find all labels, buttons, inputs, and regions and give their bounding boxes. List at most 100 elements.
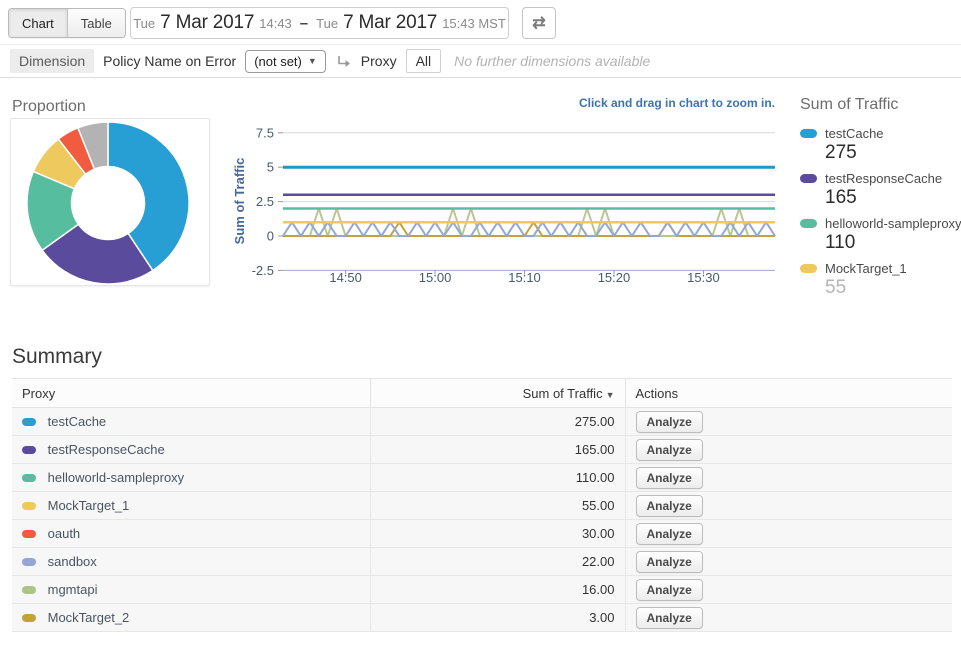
- branch-arrow-icon: [335, 55, 352, 70]
- actions-cell: Analyze: [625, 492, 952, 520]
- start-date: 7 Mar 2017: [160, 12, 254, 34]
- dimension-label: Dimension: [10, 49, 94, 73]
- legend-value: 275: [825, 141, 958, 164]
- date-range-picker[interactable]: Tue 7 Mar 2017 14:43 – Tue 7 Mar 2017 15…: [130, 7, 509, 39]
- date-range-separator: –: [300, 15, 308, 32]
- dimension-bar: Dimension Policy Name on Error (not set)…: [0, 44, 961, 78]
- sub-dimension-value-button[interactable]: All: [406, 49, 442, 73]
- sub-dimension-name: Proxy: [361, 53, 397, 69]
- traffic-value-cell: 22.00: [370, 548, 625, 576]
- proxy-color-swatch: [22, 558, 36, 566]
- dimension-value-dropdown[interactable]: (not set) ▼: [245, 50, 326, 73]
- column-header-proxy[interactable]: Proxy: [12, 379, 370, 408]
- analyze-button[interactable]: Analyze: [636, 607, 703, 629]
- proxy-color-swatch: [22, 614, 36, 622]
- traffic-value-cell: 30.00: [370, 520, 625, 548]
- sort-desc-icon: ▼: [606, 390, 615, 400]
- traffic-value-cell: 165.00: [370, 436, 625, 464]
- legend-item-helloworld-sampleproxy[interactable]: helloworld-sampleproxy 110: [800, 216, 958, 254]
- y-tick-label: 2.5: [256, 194, 274, 209]
- refresh-button[interactable]: ⇄: [522, 7, 556, 39]
- actions-cell: Analyze: [625, 520, 952, 548]
- proxy-cell: sandbox: [12, 548, 370, 576]
- start-day: Tue: [133, 16, 155, 31]
- column-header-sum-of-traffic[interactable]: Sum of Traffic▼: [370, 379, 625, 408]
- legend-swatch: [800, 219, 817, 228]
- proportion-title: Proportion: [12, 98, 86, 116]
- legend-swatch: [800, 129, 817, 138]
- dimension-hint: No further dimensions available: [454, 53, 650, 69]
- legend-item-testCache[interactable]: testCache 275: [800, 126, 958, 164]
- proxy-name: MockTarget_2: [48, 611, 130, 626]
- legend-value: 110: [825, 231, 958, 254]
- traffic-value-cell: 275.00: [370, 408, 625, 436]
- table-row-MockTarget_2: MockTarget_2 3.00 Analyze: [12, 604, 952, 632]
- traffic-line-chart[interactable]: 7.552.50-2.514:5015:0015:1015:2015:30Sum…: [230, 90, 790, 295]
- proxy-name: MockTarget_1: [48, 499, 130, 514]
- actions-cell: Analyze: [625, 408, 952, 436]
- proportion-donut-card: [10, 118, 210, 286]
- toolbar: Chart Table Tue 7 Mar 2017 14:43 – Tue 7…: [0, 0, 961, 44]
- legend-value: 165: [825, 186, 958, 209]
- actions-cell: Analyze: [625, 436, 952, 464]
- proxy-cell: oauth: [12, 520, 370, 548]
- summary-title: Summary: [12, 345, 102, 369]
- actions-cell: Analyze: [625, 548, 952, 576]
- traffic-value-cell: 110.00: [370, 464, 625, 492]
- table-row-mgmtapi: mgmtapi 16.00 Analyze: [12, 576, 952, 604]
- analyze-button[interactable]: Analyze: [636, 411, 703, 433]
- legend-item-testResponseCache[interactable]: testResponseCache 165: [800, 171, 958, 209]
- legend-label: testResponseCache: [825, 171, 942, 186]
- end-day: Tue: [316, 16, 338, 31]
- legend-swatch: [800, 174, 817, 183]
- proxy-name: sandbox: [48, 555, 97, 570]
- proxy-name: helloworld-sampleproxy: [48, 471, 185, 486]
- proxy-cell: testResponseCache: [12, 436, 370, 464]
- legend-label: helloworld-sampleproxy: [825, 216, 961, 231]
- proxy-cell: mgmtapi: [12, 576, 370, 604]
- y-tick-label: 7.5: [256, 125, 274, 140]
- y-tick-label: 0: [267, 229, 274, 244]
- actions-cell: Analyze: [625, 604, 952, 632]
- proportion-donut-chart[interactable]: [11, 119, 209, 285]
- view-toggle: Chart Table: [8, 8, 126, 38]
- actions-cell: Analyze: [625, 576, 952, 604]
- proxy-name: oauth: [48, 527, 81, 542]
- chart-legend: Sum of Traffic testCache 275 testRespons…: [800, 96, 958, 306]
- proxy-cell: testCache: [12, 408, 370, 436]
- legend-swatch: [800, 264, 817, 273]
- chart-view-button[interactable]: Chart: [9, 9, 67, 37]
- table-row-oauth: oauth 30.00 Analyze: [12, 520, 952, 548]
- traffic-value-cell: 3.00: [370, 604, 625, 632]
- proxy-color-swatch: [22, 530, 36, 538]
- dimension-name: Policy Name on Error: [103, 53, 236, 69]
- table-view-button[interactable]: Table: [67, 9, 125, 37]
- legend-item-MockTarget_1[interactable]: MockTarget_1 55: [800, 261, 958, 299]
- table-row-MockTarget_1: MockTarget_1 55.00 Analyze: [12, 492, 952, 520]
- end-date: 7 Mar 2017: [343, 12, 437, 34]
- analyze-button[interactable]: Analyze: [636, 467, 703, 489]
- analyze-button[interactable]: Analyze: [636, 495, 703, 517]
- legend-title: Sum of Traffic: [800, 96, 958, 114]
- analyze-button[interactable]: Analyze: [636, 551, 703, 573]
- analyze-button[interactable]: Analyze: [636, 579, 703, 601]
- actions-cell: Analyze: [625, 464, 952, 492]
- analyze-button[interactable]: Analyze: [636, 523, 703, 545]
- legend-label: testCache: [825, 126, 884, 141]
- proxy-color-swatch: [22, 418, 36, 426]
- proxy-cell: helloworld-sampleproxy: [12, 464, 370, 492]
- proxy-name: testResponseCache: [48, 443, 165, 458]
- legend-label: MockTarget_1: [825, 261, 907, 276]
- table-row-helloworld-sampleproxy: helloworld-sampleproxy 110.00 Analyze: [12, 464, 952, 492]
- end-time: 15:43 MST: [442, 16, 506, 31]
- table-row-sandbox: sandbox 22.00 Analyze: [12, 548, 952, 576]
- chevron-down-icon: ▼: [308, 56, 317, 66]
- analyze-button[interactable]: Analyze: [636, 439, 703, 461]
- traffic-value-cell: 16.00: [370, 576, 625, 604]
- proxy-color-swatch: [22, 474, 36, 482]
- x-tick-label: 15:20: [598, 270, 631, 285]
- proxy-color-swatch: [22, 502, 36, 510]
- proxy-cell: MockTarget_1: [12, 492, 370, 520]
- x-tick-label: 14:50: [329, 270, 362, 285]
- table-row-testResponseCache: testResponseCache 165.00 Analyze: [12, 436, 952, 464]
